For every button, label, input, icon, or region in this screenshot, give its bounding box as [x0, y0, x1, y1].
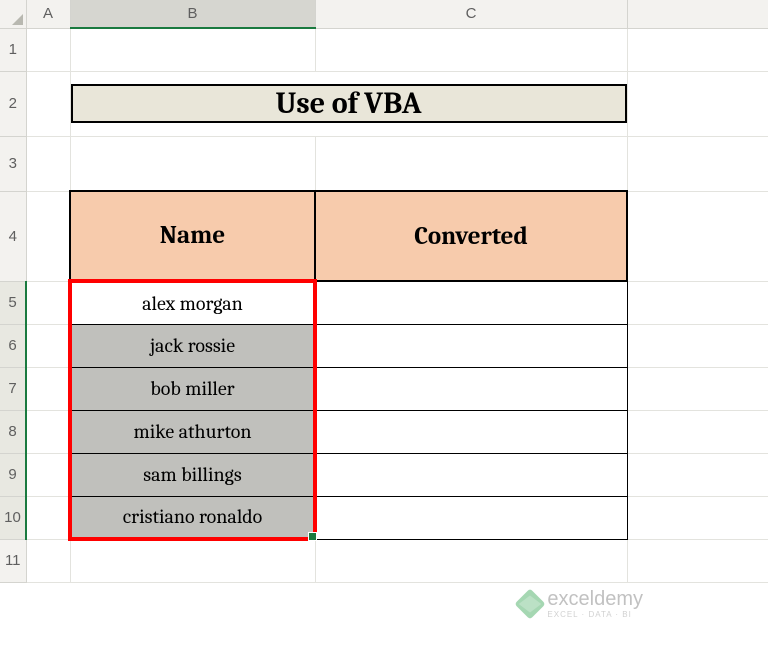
cell-a1[interactable]	[26, 28, 70, 71]
cell-b10[interactable]: cristiano ronaldo	[70, 496, 315, 539]
cell-d10[interactable]	[627, 496, 768, 539]
cell-d4[interactable]	[627, 191, 768, 281]
row-header-8[interactable]: 8	[0, 410, 26, 453]
cell-b7[interactable]: bob miller	[70, 367, 315, 410]
column-header-row: A B C	[0, 0, 768, 28]
cell-b9[interactable]: sam billings	[70, 453, 315, 496]
cell-d6[interactable]	[627, 324, 768, 367]
cell-b8[interactable]: mike athurton	[70, 410, 315, 453]
cell-d9[interactable]	[627, 453, 768, 496]
cell-d7[interactable]	[627, 367, 768, 410]
cell-a5[interactable]	[26, 281, 70, 324]
cell-d11[interactable]	[627, 539, 768, 582]
cell-b3[interactable]	[70, 136, 315, 191]
row-header-1[interactable]: 1	[0, 28, 26, 71]
row-header-2[interactable]: 2	[0, 71, 26, 136]
cell-b6[interactable]: jack rossie	[70, 324, 315, 367]
col-header-a[interactable]: A	[26, 0, 70, 28]
row-header-11[interactable]: 11	[0, 539, 26, 582]
cell-a6[interactable]	[26, 324, 70, 367]
table-header-converted[interactable]: Converted	[315, 191, 627, 281]
title-text: Use of VBA	[71, 84, 627, 123]
cell-c7[interactable]	[315, 367, 627, 410]
watermark-subtext: EXCEL · DATA · BI	[547, 611, 643, 619]
cell-d3[interactable]	[627, 136, 768, 191]
cell-c9[interactable]	[315, 453, 627, 496]
watermark: exceldemy EXCEL · DATA · BI	[519, 589, 643, 619]
cell-c10[interactable]	[315, 496, 627, 539]
cell-c5[interactable]	[315, 281, 627, 324]
cell-b10-text: cristiano ronaldo	[123, 505, 263, 528]
col-header-b[interactable]: B	[70, 0, 315, 28]
col-header-blank[interactable]	[627, 0, 768, 28]
select-all-corner[interactable]	[0, 0, 26, 28]
row-header-7[interactable]: 7	[0, 367, 26, 410]
cell-a9[interactable]	[26, 453, 70, 496]
col-header-c[interactable]: C	[315, 0, 627, 28]
fill-handle[interactable]	[308, 532, 317, 541]
row-header-6[interactable]: 6	[0, 324, 26, 367]
row-header-10[interactable]: 10	[0, 496, 26, 539]
table-header-name[interactable]: Name	[70, 191, 315, 281]
cell-a3[interactable]	[26, 136, 70, 191]
cell-c3[interactable]	[315, 136, 627, 191]
watermark-icon	[515, 588, 546, 619]
row-header-3[interactable]: 3	[0, 136, 26, 191]
cell-a8[interactable]	[26, 410, 70, 453]
cell-d1[interactable]	[627, 28, 768, 71]
spreadsheet-grid: A B C 1 2 Use of VBA 3 4 Name Converted …	[0, 0, 768, 583]
cell-c6[interactable]	[315, 324, 627, 367]
cell-c11[interactable]	[315, 539, 627, 582]
row-header-9[interactable]: 9	[0, 453, 26, 496]
cell-b5[interactable]: alex morgan	[70, 281, 315, 324]
cell-a11[interactable]	[26, 539, 70, 582]
row-header-5[interactable]: 5	[0, 281, 26, 324]
cell-c8[interactable]	[315, 410, 627, 453]
cell-d2[interactable]	[627, 71, 768, 136]
cell-a2[interactable]	[26, 71, 70, 136]
cell-d5[interactable]	[627, 281, 768, 324]
cell-a7[interactable]	[26, 367, 70, 410]
cell-d8[interactable]	[627, 410, 768, 453]
cell-c1[interactable]	[315, 28, 627, 71]
cell-a4[interactable]	[26, 191, 70, 281]
title-cell[interactable]: Use of VBA	[70, 71, 627, 136]
cell-a10[interactable]	[26, 496, 70, 539]
cell-b11[interactable]	[70, 539, 315, 582]
row-header-4[interactable]: 4	[0, 191, 26, 281]
cell-b1[interactable]	[70, 28, 315, 71]
watermark-text: exceldemy	[547, 589, 643, 609]
